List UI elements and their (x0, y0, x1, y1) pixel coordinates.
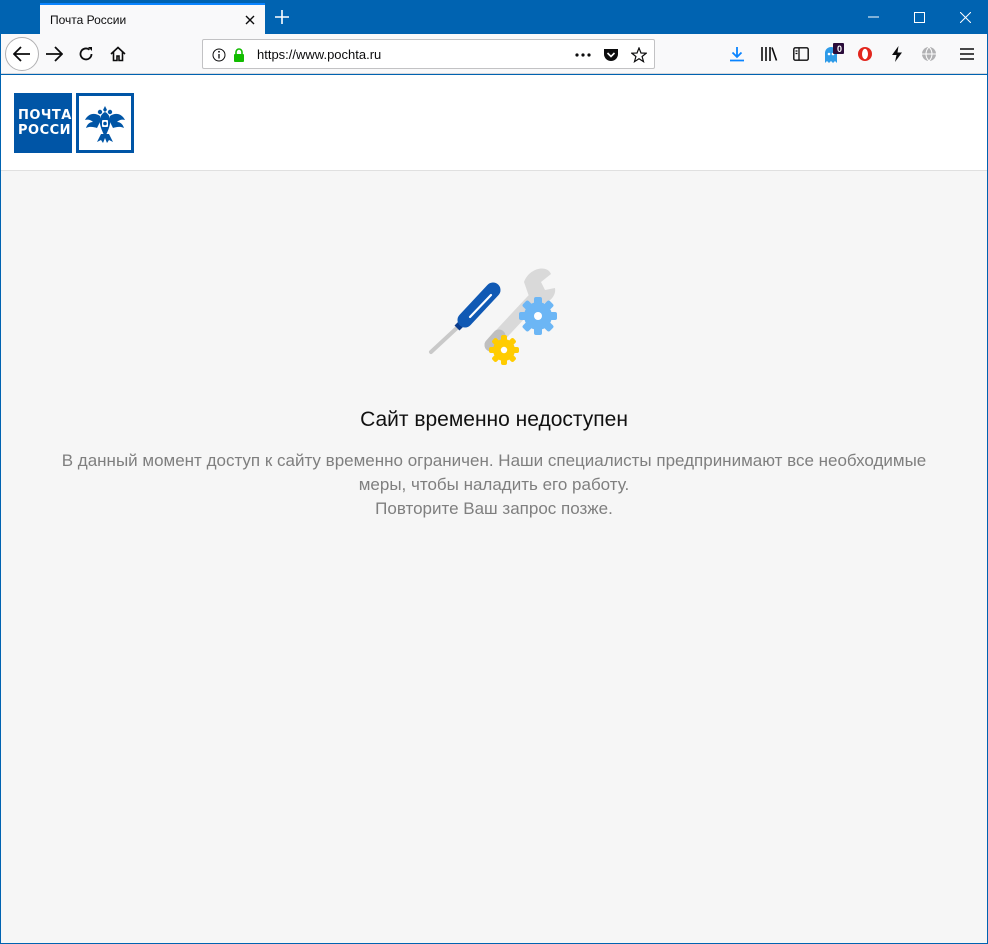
url-bar[interactable]: https://www.pochta.ru (202, 39, 655, 69)
opera-vpn-icon[interactable] (850, 39, 880, 69)
lock-icon[interactable] (229, 45, 249, 65)
blue-gear-icon (519, 297, 557, 335)
ghostery-badge: 0 (837, 44, 843, 54)
logo-line-2: РОССИИ (18, 123, 83, 138)
ghostery-icon[interactable]: 0 (818, 39, 848, 69)
globe-icon[interactable] (914, 39, 944, 69)
close-window-button[interactable] (942, 0, 988, 34)
page-actions-icon[interactable] (573, 45, 593, 65)
maintenance-illustration (421, 260, 571, 380)
tab-title: Почта России (50, 12, 127, 27)
downloads-icon[interactable] (722, 39, 752, 69)
close-tab-icon[interactable] (239, 9, 261, 31)
forward-button[interactable] (39, 39, 69, 69)
maximize-button[interactable] (896, 0, 942, 34)
library-icon[interactable] (754, 39, 784, 69)
site-header: ПОЧТА РОССИИ (1, 75, 987, 171)
menu-icon[interactable] (952, 39, 982, 69)
url-text[interactable]: https://www.pochta.ru (257, 47, 381, 62)
back-button[interactable] (5, 37, 39, 71)
tab-active[interactable]: Почта России (40, 3, 265, 34)
logo-line-1: ПОЧТА (18, 108, 72, 123)
lightning-icon[interactable] (882, 39, 912, 69)
pochta-logo[interactable]: ПОЧТА РОССИИ (14, 93, 83, 153)
nav-toolbar: https://www.pochta.ru 0 (1, 34, 987, 74)
info-icon[interactable] (209, 45, 229, 65)
new-tab-button[interactable] (270, 5, 294, 29)
screwdriver-icon (429, 282, 501, 354)
reload-button[interactable] (71, 39, 101, 69)
title-bar: Почта России (0, 0, 988, 34)
browser-window: Почта России https://www.pochta.ru 0 ПОЧ… (0, 0, 988, 944)
pocket-icon[interactable] (601, 45, 621, 65)
error-description: В данный момент доступ к сайту временно … (1, 449, 987, 521)
error-title: Сайт временно недоступен (360, 408, 628, 431)
error-line-3: Повторите Ваш запрос позже. (375, 499, 613, 518)
eagle-emblem-icon[interactable] (76, 93, 134, 153)
minimize-button[interactable] (850, 0, 896, 34)
yellow-gear-icon (489, 335, 519, 365)
error-line-1: В данный момент доступ к сайту временно … (61, 451, 927, 470)
sidebar-icon[interactable] (786, 39, 816, 69)
error-line-2: меры, чтобы наладить его работу. (358, 475, 630, 494)
bookmark-star-icon[interactable] (629, 45, 649, 65)
home-button[interactable] (103, 39, 133, 69)
page-content: ПОЧТА РОССИИ Сайт временно недоступен В … (1, 75, 987, 943)
